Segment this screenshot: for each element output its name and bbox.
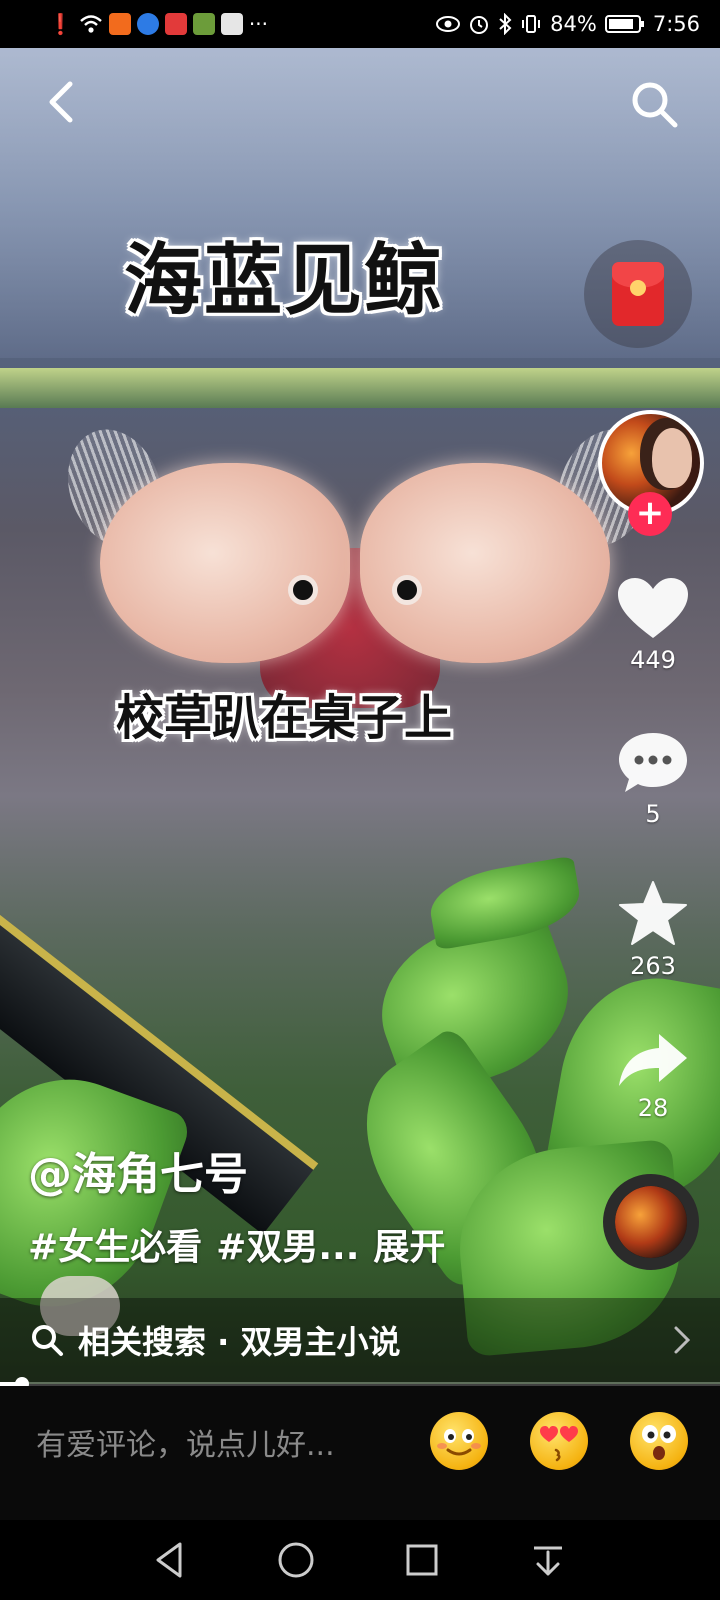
surprised-face-icon	[642, 1425, 676, 1460]
share-button[interactable]: 28	[610, 1030, 696, 1122]
eye-comfort-icon	[436, 16, 461, 32]
right-kissing-fish	[360, 463, 610, 663]
star-icon	[619, 881, 687, 945]
battery-icon	[604, 15, 644, 33]
red-packet-button[interactable]	[584, 240, 692, 348]
aquarium-waterline	[0, 368, 720, 408]
plant-leaf	[425, 855, 585, 951]
notification-pulldown-icon[interactable]	[526, 1538, 570, 1582]
battery-percent: 84%	[550, 12, 597, 36]
red-envelope-icon	[612, 262, 664, 326]
status-bar: ❗ ··· 84% 7:56	[0, 0, 720, 48]
heart-eyes-kiss-emoji-button[interactable]	[530, 1412, 588, 1470]
back-arrow-icon[interactable]	[40, 78, 84, 126]
book-app-notification-icon	[164, 13, 187, 35]
left-fish-eye	[288, 575, 318, 605]
smiling-face-icon	[437, 1429, 481, 1456]
favorite-button[interactable]: 263	[610, 880, 696, 980]
bluetooth-icon	[499, 13, 512, 35]
clock: 7:56	[652, 12, 700, 36]
alarm-icon	[470, 16, 489, 34]
hashtag[interactable]: #女生必看	[28, 1227, 202, 1268]
vibrate-icon	[522, 15, 541, 33]
status-left-icons: ❗ ···	[48, 13, 268, 35]
map-app-notification-icon	[220, 13, 243, 35]
like-count: 449	[630, 646, 676, 674]
music-disc[interactable]	[603, 1174, 699, 1270]
hashtag[interactable]: #双男...	[216, 1227, 359, 1268]
search-icon	[32, 1325, 63, 1356]
game-app-notification-icon	[192, 13, 215, 35]
wifi-icon	[80, 15, 102, 33]
right-fish-eye	[392, 575, 422, 605]
comment-button[interactable]: 5	[610, 730, 696, 828]
back-triangle-icon[interactable]	[148, 1538, 192, 1582]
heart-eyes-kiss-face-icon	[540, 1426, 578, 1462]
browser-notification-icon	[136, 13, 159, 35]
recents-square-icon[interactable]	[400, 1538, 444, 1582]
share-arrow-icon	[619, 1034, 687, 1086]
related-search-label: 相关搜索 · 双男主小说	[78, 1323, 401, 1361]
more-notifications-icon: ···	[248, 12, 268, 36]
like-button[interactable]: 449	[610, 576, 696, 674]
comment-count: 5	[645, 800, 661, 828]
follow-plus-button[interactable]: +	[628, 492, 672, 536]
author-name[interactable]: @海角七号	[28, 1138, 248, 1202]
post-tags: #女生必看 #双男... 展开	[28, 1218, 459, 1270]
search-icon[interactable]	[628, 78, 680, 130]
smiling-face-emoji-button[interactable]	[430, 1412, 488, 1470]
chevron-right-icon[interactable]	[670, 1322, 694, 1358]
comment-input[interactable]: 有爱评论，说点儿好...	[36, 1420, 335, 1464]
avatar-face	[652, 428, 692, 488]
video-caption-title: 海蓝见鲸	[123, 236, 444, 326]
heart-icon	[618, 578, 688, 638]
music-cover	[615, 1186, 687, 1258]
app-notification-icon	[108, 13, 131, 35]
surprised-face-emoji-button[interactable]	[630, 1412, 688, 1470]
video-caption-subtitle: 校草趴在桌子上	[115, 690, 452, 746]
share-count: 28	[637, 1094, 669, 1122]
system-navigation-bar	[0, 1520, 720, 1600]
favorite-count: 263	[630, 952, 676, 980]
expand-link[interactable]: 展开	[373, 1227, 445, 1268]
related-search-bar[interactable]: 相关搜索 · 双男主小说	[0, 1298, 720, 1382]
comment-bar: 有爱评论，说点儿好...	[0, 1386, 720, 1520]
left-kissing-fish	[100, 463, 350, 663]
status-right-icons: 84% 7:56	[436, 12, 700, 36]
alert-icon: ❗	[48, 12, 73, 36]
home-circle-icon[interactable]	[274, 1538, 318, 1582]
comment-bubble-icon	[619, 733, 687, 792]
